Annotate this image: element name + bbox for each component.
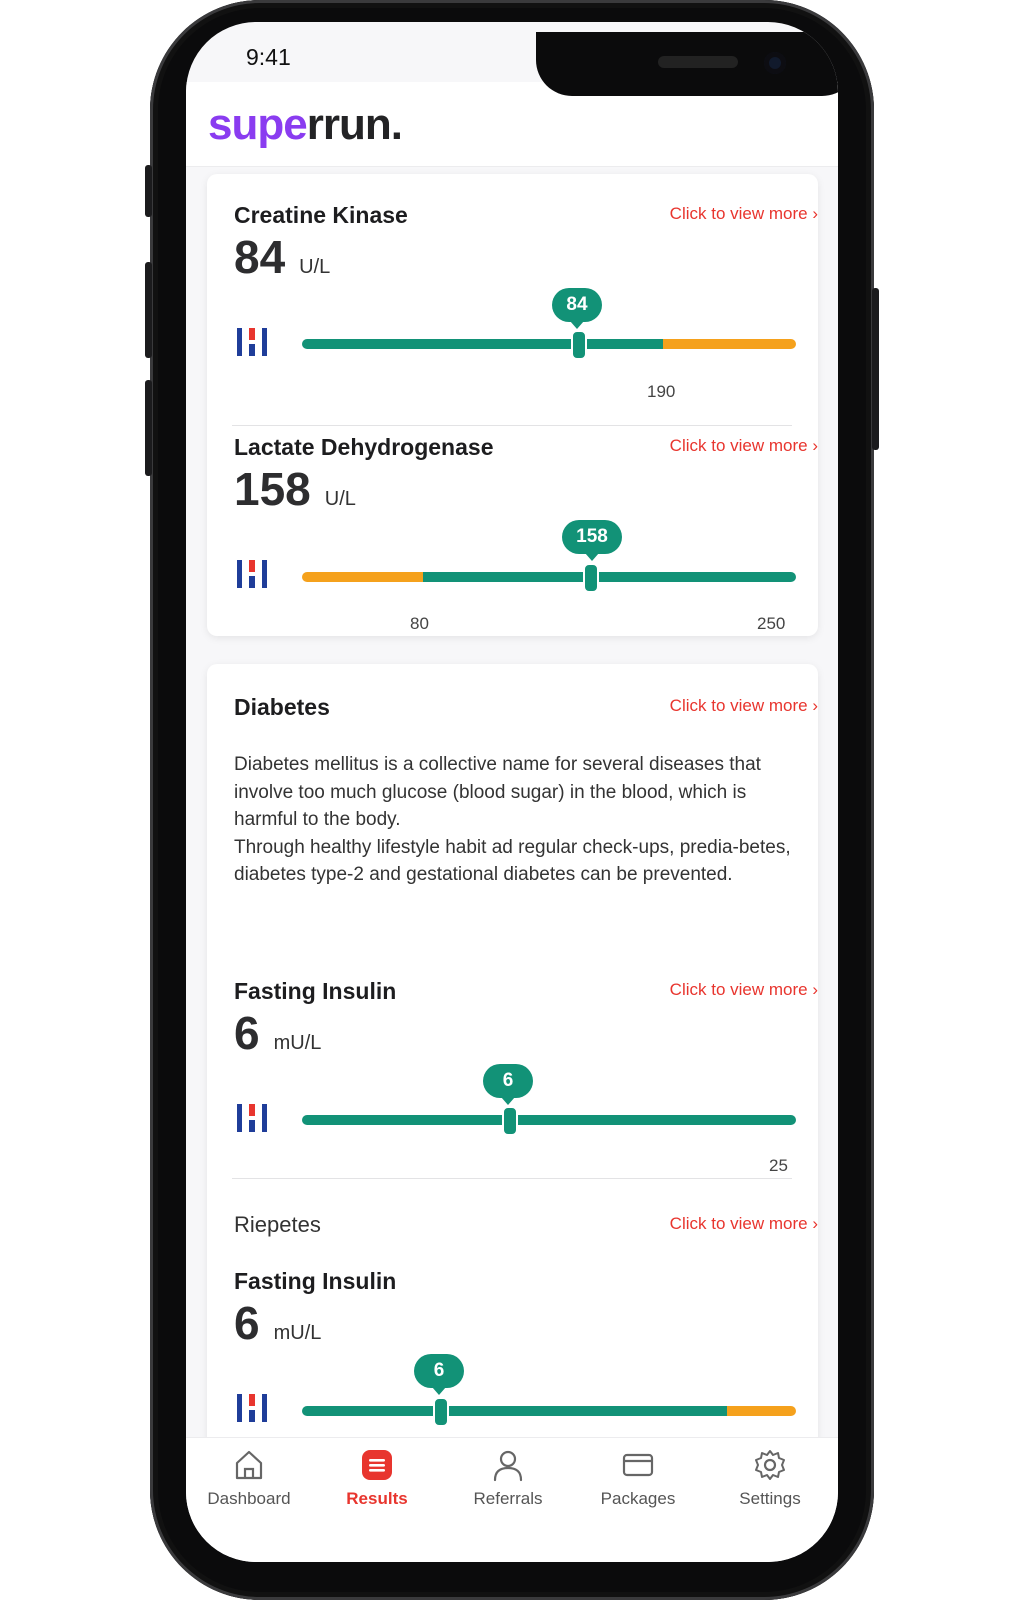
bottom-tab-bar: Dashboard Results Referrals Packages Set… [186,1437,838,1562]
logo-part-2: rrun. [306,100,403,149]
value-bubble: 6 [414,1354,464,1395]
metric-title: Creatine Kinase [234,202,408,228]
metric-unit: mU/L [273,1032,322,1054]
value-marker[interactable] [583,563,599,593]
home-icon [235,1450,263,1480]
tab-packages[interactable]: Packages [578,1448,698,1509]
tab-label: Dashboard [207,1489,291,1508]
tick-label-low: 80 [410,614,429,633]
normal-range-segment [302,1115,796,1125]
metric-unit: U/L [324,488,356,510]
view-more-label: Click to view more [669,204,808,223]
range-track [302,1115,796,1125]
view-more-label: Click to view more [669,1214,808,1233]
tab-results[interactable]: Results [317,1448,437,1509]
metric-unit: mU/L [273,1322,322,1344]
notch [536,32,838,96]
metric-value-number: 158 [234,463,311,515]
section-title: Diabetes [234,694,330,720]
normal-range-segment [302,1406,727,1416]
status-time: 9:41 [246,44,291,70]
view-more-link[interactable]: Click to view more › [670,436,818,456]
high-low-icon [237,1104,267,1132]
tab-settings[interactable]: Settings [710,1448,830,1509]
metric-title: Fasting Insulin [234,978,397,1004]
power-button [872,288,879,450]
logo-part-1: supe [208,100,308,149]
view-more-link[interactable]: Click to view more › [670,1214,818,1234]
view-more-link[interactable]: Click to view more › [670,980,818,1000]
screen: 9:41 superrun. Creatine Kinase Click to … [186,22,838,1562]
view-more-link[interactable]: Click to view more › [670,204,818,224]
value-bubble: 84 [552,288,602,329]
range-track [302,339,796,349]
range-track [302,572,796,582]
app-logo[interactable]: superrun. [208,100,403,150]
high-low-icon [237,560,267,588]
value-bubble: 158 [562,520,622,561]
metric-title: Fasting Insulin [234,1268,397,1294]
gear-icon [755,1450,785,1480]
subsection-title: Riepetes [234,1212,321,1237]
metric-value: 158 U/L [234,462,356,516]
section-description: Diabetes mellitus is a collective name f… [234,754,791,885]
chevron-right-icon: › [812,1214,818,1233]
speaker [658,56,738,68]
card-icon [622,1453,654,1477]
chevron-right-icon: › [812,436,818,455]
low-range-segment [302,572,424,582]
high-low-icon [237,328,267,356]
metric-value-number: 84 [234,231,286,283]
value-bubble: 6 [483,1064,533,1105]
range-track [302,1406,796,1416]
high-range-segment [726,1406,796,1416]
tab-label: Settings [739,1489,801,1508]
chevron-right-icon: › [812,204,818,223]
view-more-label: Click to view more [669,436,808,455]
tab-label: Referrals [473,1489,543,1508]
tick-label-high: 250 [757,614,786,633]
metric-value: 84 U/L [234,230,330,284]
divider [232,425,792,426]
volume-down-button [145,380,152,476]
diabetes-card: Diabetes Click to view more › Diabetes m… [207,664,818,1484]
metric-value: 6 mU/L [234,1006,321,1060]
value-marker[interactable] [502,1106,518,1136]
view-more-label: Click to view more [669,696,808,715]
value-marker[interactable] [571,330,587,360]
camera [764,52,786,74]
tick-label-high: 25 [769,1156,788,1175]
volume-up-button [145,262,152,358]
metric-title: Lactate Dehydrogenase [234,434,494,460]
enzymes-card: Creatine Kinase Click to view more › 84 U… [207,174,818,636]
tick-label-high: 190 [647,382,676,401]
value-marker[interactable] [433,1397,449,1427]
metric-value-number: 6 [234,1297,260,1349]
normal-range-segment [423,572,796,582]
metric-value: 6 mU/L [234,1296,321,1350]
tab-dashboard[interactable]: Dashboard [189,1448,309,1509]
view-more-label: Click to view more [669,980,808,999]
normal-range-segment [302,339,663,349]
tab-label: Packages [600,1489,676,1508]
high-low-icon [237,1394,267,1422]
tab-label: Results [346,1489,408,1508]
divider [232,1178,792,1179]
chevron-right-icon: › [812,980,818,999]
view-more-link[interactable]: Click to view more › [670,696,818,716]
user-icon [493,1450,523,1482]
mute-switch [145,165,152,217]
metric-unit: U/L [299,256,331,278]
results-icon [362,1450,392,1480]
high-range-segment [662,339,796,349]
tab-referrals[interactable]: Referrals [448,1448,568,1509]
chevron-right-icon: › [812,696,818,715]
metric-value-number: 6 [234,1007,260,1059]
